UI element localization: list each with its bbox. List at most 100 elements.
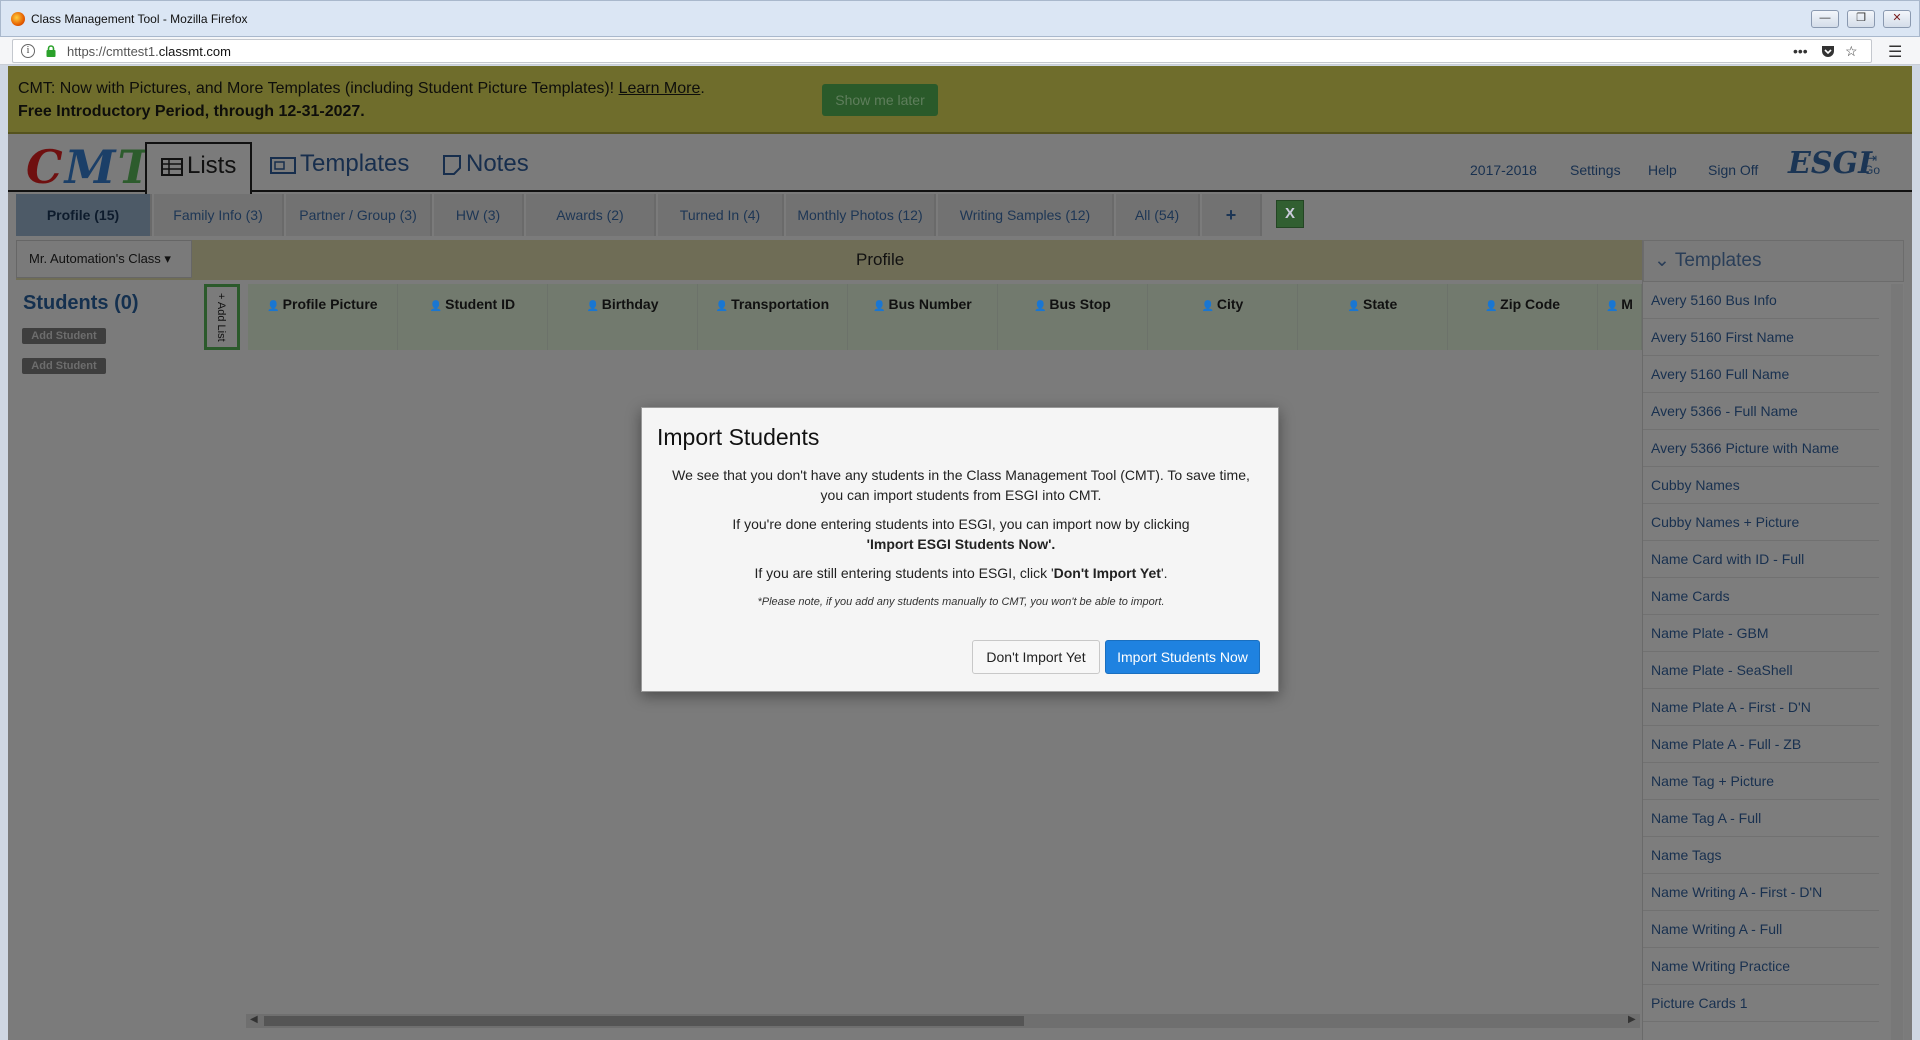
column-header-label: Birthday [601,296,659,312]
template-item[interactable]: Name Tag A - Full [1643,800,1879,837]
template-item[interactable]: Avery 5160 First Name [1643,319,1879,356]
add-list-tab-button[interactable]: + [1202,194,1262,236]
sign-off-link[interactable]: Sign Off [1708,162,1758,178]
template-item[interactable]: Name Plate - GBM [1643,615,1879,652]
template-item[interactable]: Name Cards [1643,578,1879,615]
person-icon: 👤 [429,301,446,312]
template-item[interactable]: Name Writing A - First - D'N [1643,874,1879,911]
template-item[interactable]: Cubby Names [1643,467,1879,504]
column-header[interactable]: 👤 Zip Code [1448,284,1598,350]
list-tab[interactable]: Profile (15) [16,194,152,236]
column-header[interactable]: 👤 Transportation [698,284,848,350]
column-header[interactable]: 👤 Birthday [548,284,698,350]
banner-line2: Free Introductory Period, through 12-31-… [18,103,365,120]
template-item[interactable]: Name Plate - SeaShell [1643,652,1879,689]
add-student-button[interactable]: Add Student [22,328,106,344]
column-header[interactable]: 👤 Bus Number [848,284,998,350]
horizontal-scrollbar[interactable]: ◀ ▶ [246,1014,1640,1028]
close-window-button[interactable]: ✕ [1883,10,1911,28]
bookmark-star-icon[interactable]: ☆ [1845,43,1858,60]
notes-icon [443,154,461,175]
template-item[interactable]: Avery 5160 Bus Info [1643,282,1879,319]
template-item[interactable]: Name Card with ID - Full [1643,541,1879,578]
list-toolbar: Mr. Automation's Class ▾ Profile [16,240,1646,280]
help-link[interactable]: Help [1648,162,1677,178]
dialog-paragraph-1: We see that you don't have any students … [672,467,1250,503]
column-header-label: State [1363,296,1398,312]
pocket-icon[interactable] [1821,44,1835,58]
dialog-note: *Please note, if you add any students ma… [757,596,1165,608]
template-item[interactable]: Name Plate A - First - D'N [1643,689,1879,726]
column-header[interactable]: 👤 State [1298,284,1448,350]
list-tab[interactable]: Writing Samples (12) [938,194,1114,236]
column-header[interactable]: 👤 City [1148,284,1298,350]
page-actions-icon[interactable]: ••• [1793,43,1808,59]
templates-panel-header[interactable]: ⌄ Templates [1643,240,1904,282]
show-me-later-button[interactable]: Show me later [822,84,938,116]
person-icon: 👤 [1034,301,1050,312]
scroll-right-icon[interactable]: ▶ [1628,1014,1636,1025]
window-titlebar: Class Management Tool - Mozilla Firefox … [0,0,1920,37]
add-student-button-secondary[interactable]: Add Student [22,358,106,374]
settings-link[interactable]: Settings [1570,162,1621,178]
template-item[interactable]: Avery 5366 - Full Name [1643,393,1879,430]
add-list-button[interactable]: + Add List [204,284,240,350]
template-item[interactable]: Name Tag + Picture [1643,763,1879,800]
column-header[interactable]: 👤 Profile Picture [248,284,398,350]
template-item[interactable]: Name Writing A - Full [1643,911,1879,948]
list-tab[interactable]: Awards (2) [526,194,656,236]
import-students-now-button[interactable]: Import Students Now [1105,640,1260,674]
restore-button[interactable]: ❐ [1847,10,1875,28]
templates-scrollbar[interactable] [1891,284,1903,1040]
class-select[interactable]: Mr. Automation's Class ▾ [16,240,192,278]
scroll-left-icon[interactable]: ◀ [250,1014,258,1025]
column-header-label: Zip Code [1500,296,1561,312]
list-tab[interactable]: Partner / Group (3) [286,194,432,236]
firefox-icon [11,12,25,26]
template-item[interactable]: Name Tags [1643,837,1879,874]
students-count-title: Students (0) [23,292,139,314]
templates-list: Avery 5160 Bus Info Avery 5160 First Name… [1643,282,1904,1022]
template-item[interactable]: Cubby Names + Picture [1643,504,1879,541]
list-tab[interactable]: Turned In (4) [658,194,784,236]
template-item[interactable]: Name Plate A - Full - ZB [1643,726,1879,763]
address-bar[interactable]: i https://cmttest1.classmt.com ••• ☆ [12,39,1872,63]
dialog-paragraph-2: If you're done entering students into ES… [732,516,1190,552]
excel-export-icon[interactable] [1276,200,1304,228]
template-item[interactable]: Avery 5160 Full Name [1643,356,1879,393]
tab-templates[interactable]: Templates [270,142,409,194]
cmt-logo[interactable]: CMT [26,140,154,194]
learn-more-link[interactable]: Learn More [619,80,701,97]
list-tab[interactable]: All (54) [1116,194,1200,236]
dont-import-yet-button[interactable]: Don't Import Yet [972,640,1100,674]
school-year-link[interactable]: 2017-2018 [1470,162,1537,178]
esgi-go-link[interactable]: ⇥ Go [1864,152,1880,176]
promo-banner: CMT: Now with Pictures, and More Templat… [8,66,1912,134]
column-header[interactable]: 👤 Bus Stop [998,284,1148,350]
list-tab[interactable]: HW (3) [434,194,524,236]
tab-notes[interactable]: Notes [442,142,529,194]
person-icon: 👤 [1347,301,1363,312]
column-header[interactable]: 👤 Student ID [398,284,548,350]
students-header: Students (0) Add Student Add Student [16,284,198,414]
info-icon[interactable]: i [21,44,35,58]
tab-lists[interactable]: Lists [145,142,253,196]
lock-icon [46,45,56,57]
template-item[interactable]: Picture Cards 1 [1643,985,1879,1022]
window-title: Class Management Tool - Mozilla Firefox [31,12,248,26]
person-icon: 👤 [1201,301,1217,312]
url-text: https://cmttest1.classmt.com [67,44,231,59]
list-tab[interactable]: Family Info (3) [154,194,284,236]
column-header-label: Bus Number [888,296,972,312]
template-item[interactable]: Name Writing Practice [1643,948,1879,985]
list-tab[interactable]: Monthly Photos (12) [786,194,936,236]
menu-icon[interactable]: ☰ [1888,42,1902,62]
scrollbar-thumb[interactable] [264,1016,1024,1026]
templates-panel: ⌄ Templates Avery 5160 Bus Info Avery 516… [1642,240,1904,1040]
person-icon: 👤 [715,301,732,312]
minimize-button[interactable]: — [1811,10,1839,28]
column-header[interactable]: 👤 M [1598,284,1642,350]
esgi-logo[interactable]: ESGI [1788,146,1872,181]
template-item[interactable]: Avery 5366 Picture with Name [1643,430,1879,467]
person-icon: 👤 [873,301,889,312]
